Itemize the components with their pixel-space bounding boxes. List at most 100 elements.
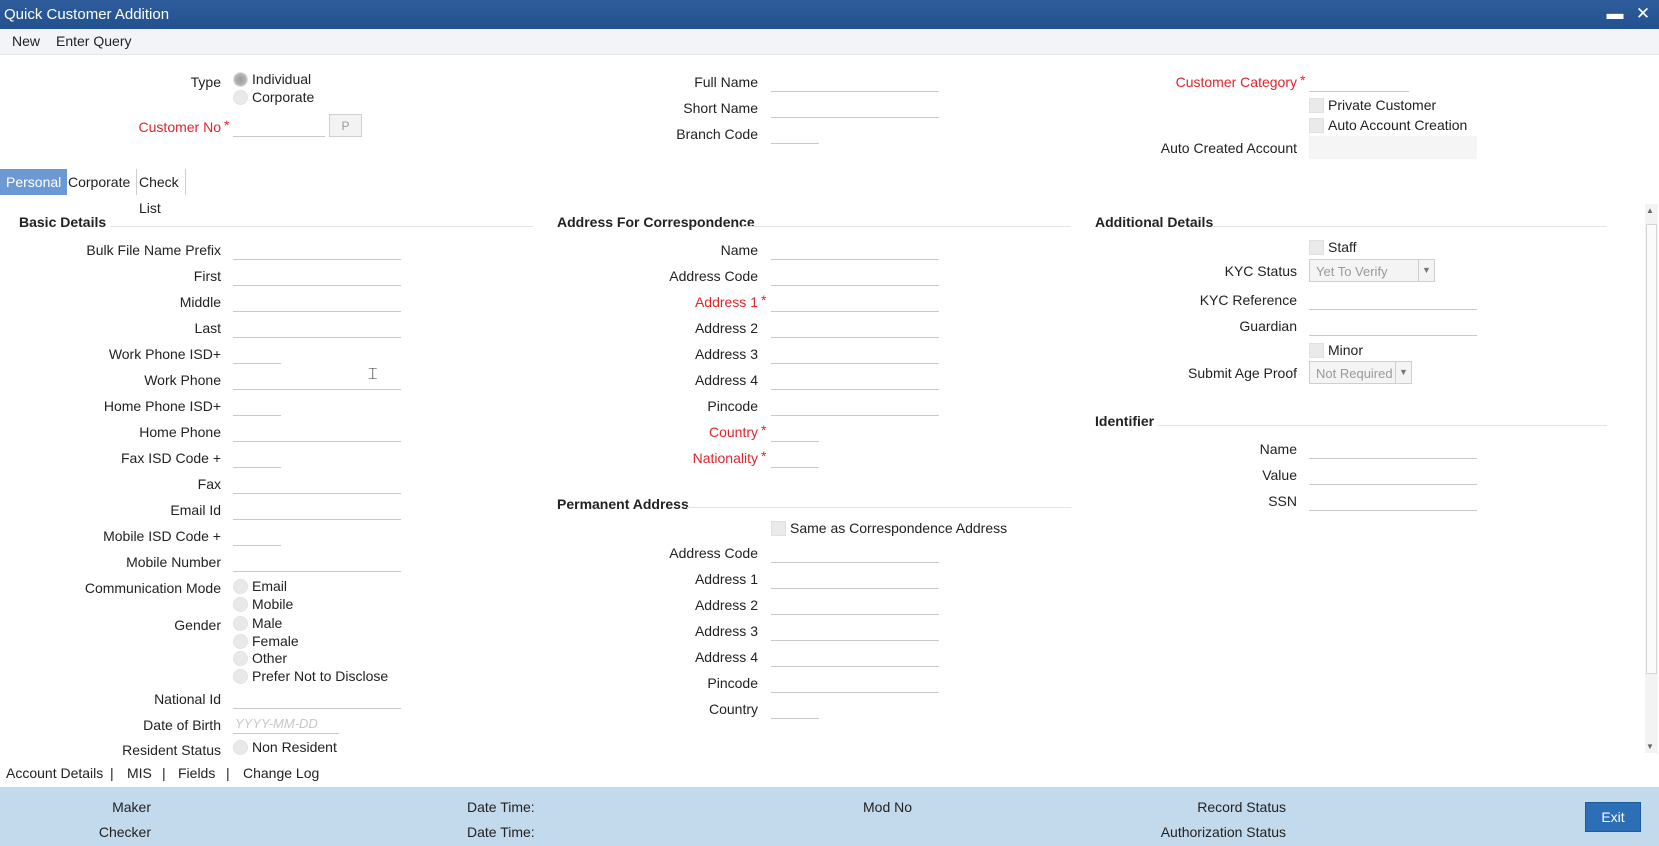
corr-name-input[interactable] <box>771 240 939 260</box>
customer-no-input[interactable] <box>233 117 325 137</box>
gender-female-radio[interactable] <box>233 634 248 649</box>
staff-checkbox[interactable] <box>1309 240 1324 255</box>
branch-code-input[interactable] <box>771 124 819 144</box>
national-id-label: National Id <box>154 691 221 707</box>
gender-male-radio[interactable] <box>233 616 248 631</box>
guardian-input[interactable] <box>1309 316 1477 336</box>
middle-name-input[interactable] <box>233 292 401 312</box>
perm-address-code-input[interactable] <box>771 543 939 563</box>
customer-category-input[interactable] <box>1309 72 1409 92</box>
menu-enter-query[interactable]: Enter Query <box>56 33 131 49</box>
mobile-isd-input[interactable] <box>233 526 281 546</box>
mobile-isd-label: Mobile ISD Code + <box>103 528 221 544</box>
exit-button[interactable]: Exit <box>1585 802 1641 832</box>
comm-mobile-radio[interactable] <box>233 597 248 612</box>
mod-no-label: Mod No <box>863 799 913 815</box>
minor-label: Minor <box>1328 342 1364 358</box>
customer-no-required: * <box>224 117 230 133</box>
scroll-down-icon[interactable]: ▼ <box>1646 742 1654 751</box>
text-cursor-icon: ⌶ <box>368 366 378 383</box>
bulk-file-label: Bulk File Name Prefix <box>86 242 221 258</box>
corr-address3-input[interactable] <box>771 344 939 364</box>
last-name-input[interactable] <box>233 318 401 338</box>
corr-pincode-label: Pincode <box>707 398 758 414</box>
perm-address4-input[interactable] <box>771 647 939 667</box>
corr-address2-input[interactable] <box>771 318 939 338</box>
home-phone-input[interactable] <box>233 422 401 442</box>
type-individual-radio[interactable] <box>233 72 248 87</box>
menu-new[interactable]: New <box>12 33 40 49</box>
corr-address1-required: * <box>761 292 767 308</box>
identifier-name-label: Name <box>1259 441 1297 457</box>
perm-address3-input[interactable] <box>771 621 939 641</box>
kyc-reference-input[interactable] <box>1309 290 1477 310</box>
perm-address1-input[interactable] <box>771 569 939 589</box>
ssn-input[interactable] <box>1309 491 1477 511</box>
link-separator: | <box>226 765 230 781</box>
scroll-thumb[interactable] <box>1646 224 1657 674</box>
resident-status-label: Resident Status <box>122 742 221 758</box>
tab-personal[interactable]: Personal <box>0 169 68 195</box>
kyc-status-select[interactable]: Yet To Verify ▼ <box>1309 259 1435 282</box>
auto-account-creation-checkbox[interactable] <box>1309 118 1324 133</box>
fax-input[interactable] <box>233 474 401 494</box>
nationality-input[interactable] <box>771 448 819 468</box>
work-phone-isd-input[interactable] <box>233 344 281 364</box>
gender-other-label: Other <box>252 650 288 666</box>
perm-address2-input[interactable] <box>771 595 939 615</box>
mobile-number-input[interactable] <box>233 552 401 572</box>
work-phone-isd-label: Work Phone ISD+ <box>108 346 221 362</box>
gender-prefer-not-radio[interactable] <box>233 669 248 684</box>
non-resident-radio[interactable] <box>233 740 248 755</box>
kyc-status-label: KYC Status <box>1224 263 1297 279</box>
gender-other-radio[interactable] <box>233 651 248 666</box>
scroll-up-icon[interactable]: ▲ <box>1646 206 1654 215</box>
corr-address4-label: Address 4 <box>694 372 758 388</box>
ssn-label: SSN <box>1268 493 1297 509</box>
identifier-name-input[interactable] <box>1309 439 1477 459</box>
auto-created-account-field <box>1309 136 1477 159</box>
perm-pincode-input[interactable] <box>771 673 939 693</box>
gender-label: Gender <box>174 617 221 633</box>
fax-label: Fax <box>197 476 221 492</box>
minor-checkbox[interactable] <box>1309 343 1324 358</box>
submit-age-proof-select[interactable]: Not Required ▼ <box>1309 361 1412 384</box>
perm-country-input[interactable] <box>771 699 819 719</box>
corr-address1-input[interactable] <box>771 292 939 312</box>
type-corporate-radio[interactable] <box>233 90 248 105</box>
additional-details-heading: Additional Details <box>1095 214 1214 230</box>
tab-corporate[interactable]: Corporate <box>62 169 138 195</box>
identifier-value-input[interactable] <box>1309 465 1477 485</box>
first-name-input[interactable] <box>233 266 401 286</box>
checker-label: Checker <box>98 824 151 840</box>
kyc-status-value: Yet To Verify <box>1316 264 1388 279</box>
fax-isd-input[interactable] <box>233 448 281 468</box>
private-customer-checkbox[interactable] <box>1309 98 1324 113</box>
corr-pincode-input[interactable] <box>771 396 939 416</box>
customer-category-label: Customer Category <box>1175 74 1297 90</box>
title-bar: Quick Customer Addition ▬ ✕ <box>0 0 1659 29</box>
tab-check-list[interactable]: Check List <box>133 169 186 216</box>
link-fields[interactable]: Fields <box>178 765 215 781</box>
bulk-file-input[interactable] <box>233 240 401 260</box>
mobile-number-label: Mobile Number <box>126 554 221 570</box>
basic-details-divider <box>110 226 533 227</box>
link-mis[interactable]: MIS <box>127 765 152 781</box>
short-name-input[interactable] <box>771 98 939 118</box>
full-name-input[interactable] <box>771 72 939 92</box>
close-icon[interactable]: ✕ <box>1632 3 1654 25</box>
national-id-input[interactable] <box>233 689 401 709</box>
same-as-correspondence-checkbox[interactable] <box>771 521 786 536</box>
comm-email-radio[interactable] <box>233 579 248 594</box>
corr-country-input[interactable] <box>771 422 819 442</box>
home-phone-isd-input[interactable] <box>233 396 281 416</box>
customer-no-p-button[interactable]: P <box>329 114 362 137</box>
corr-address-code-input[interactable] <box>771 266 939 286</box>
dob-input[interactable] <box>233 714 339 734</box>
corr-address4-input[interactable] <box>771 370 939 390</box>
link-account-details[interactable]: Account Details <box>6 765 103 781</box>
link-change-log[interactable]: Change Log <box>243 765 319 781</box>
minimize-icon[interactable]: ▬ <box>1604 3 1626 25</box>
customer-no-label: Customer No <box>138 119 221 135</box>
email-id-input[interactable] <box>233 500 401 520</box>
